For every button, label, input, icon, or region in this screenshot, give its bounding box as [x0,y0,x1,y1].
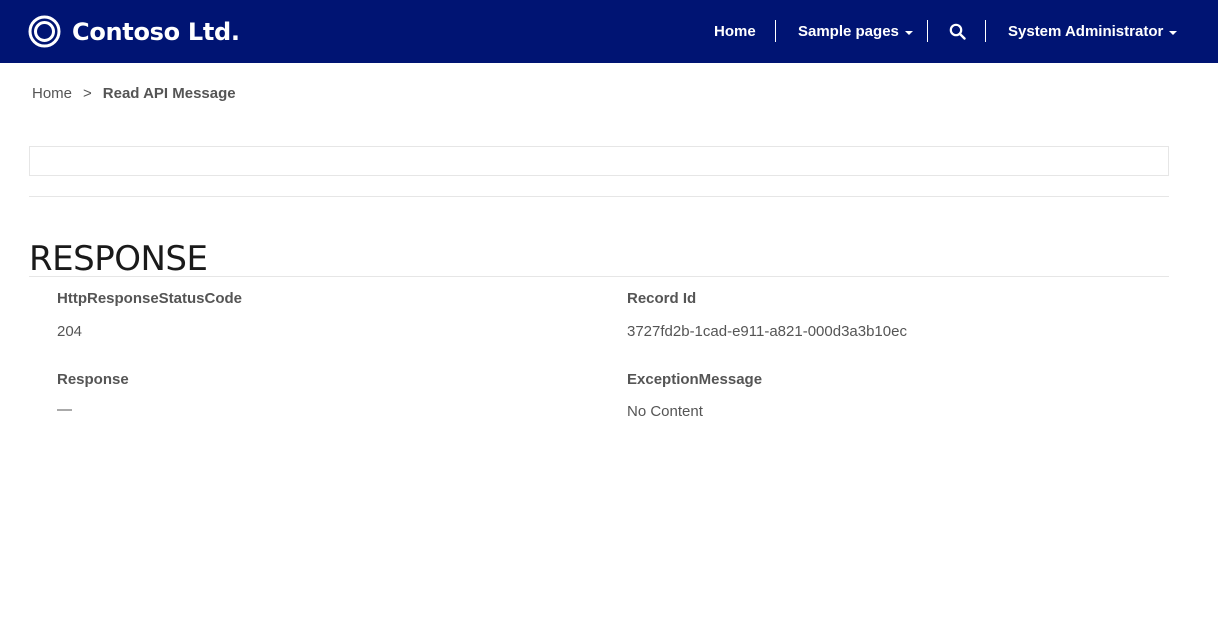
caret-down-icon [904,30,913,35]
breadcrumb-separator: > [83,85,92,102]
breadcrumb-home-link[interactable]: Home [32,85,72,102]
user-menu-dropdown[interactable]: System Administrator [1008,0,1178,63]
section-title: RESPONSE [29,239,208,279]
exception-message-value: No Content [627,403,703,420]
brand-name: Contoso Ltd. [72,17,240,46]
divider-line [29,196,1169,197]
exception-message-label: ExceptionMessage [627,371,763,388]
status-code-value: 204 [57,323,83,340]
user-name-label: System Administrator [1008,23,1164,40]
nav-sample-pages-dropdown[interactable]: Sample pages [798,0,913,63]
nav-divider [927,20,928,42]
status-code-label: HttpResponseStatusCode [57,290,243,307]
nav-divider [775,20,776,42]
record-id-value: 3727fd2b-1cad-e911-a821-000d3a3b10ec [627,323,907,340]
ring-logo-icon [28,15,61,48]
search-button[interactable] [949,0,966,63]
record-id-label: Record Id [627,290,697,307]
brand-home-link[interactable]: Contoso Ltd. [28,15,240,48]
search-icon [949,23,966,40]
breadcrumb: Home > Read API Message [32,85,236,102]
section-divider [29,276,1169,277]
response-value: — [57,401,72,418]
caret-down-icon [1169,30,1178,35]
breadcrumb-current-page: Read API Message [102,85,236,102]
response-label: Response [57,371,129,388]
nav-home-link[interactable]: Home [714,0,756,63]
nav-sample-pages-label: Sample pages [798,23,899,40]
nav-home-label: Home [714,23,756,40]
nav-divider [985,20,986,42]
top-navigation-bar: Contoso Ltd. Home Sample pages System Ad… [0,0,1218,63]
empty-content-panel [29,146,1169,176]
